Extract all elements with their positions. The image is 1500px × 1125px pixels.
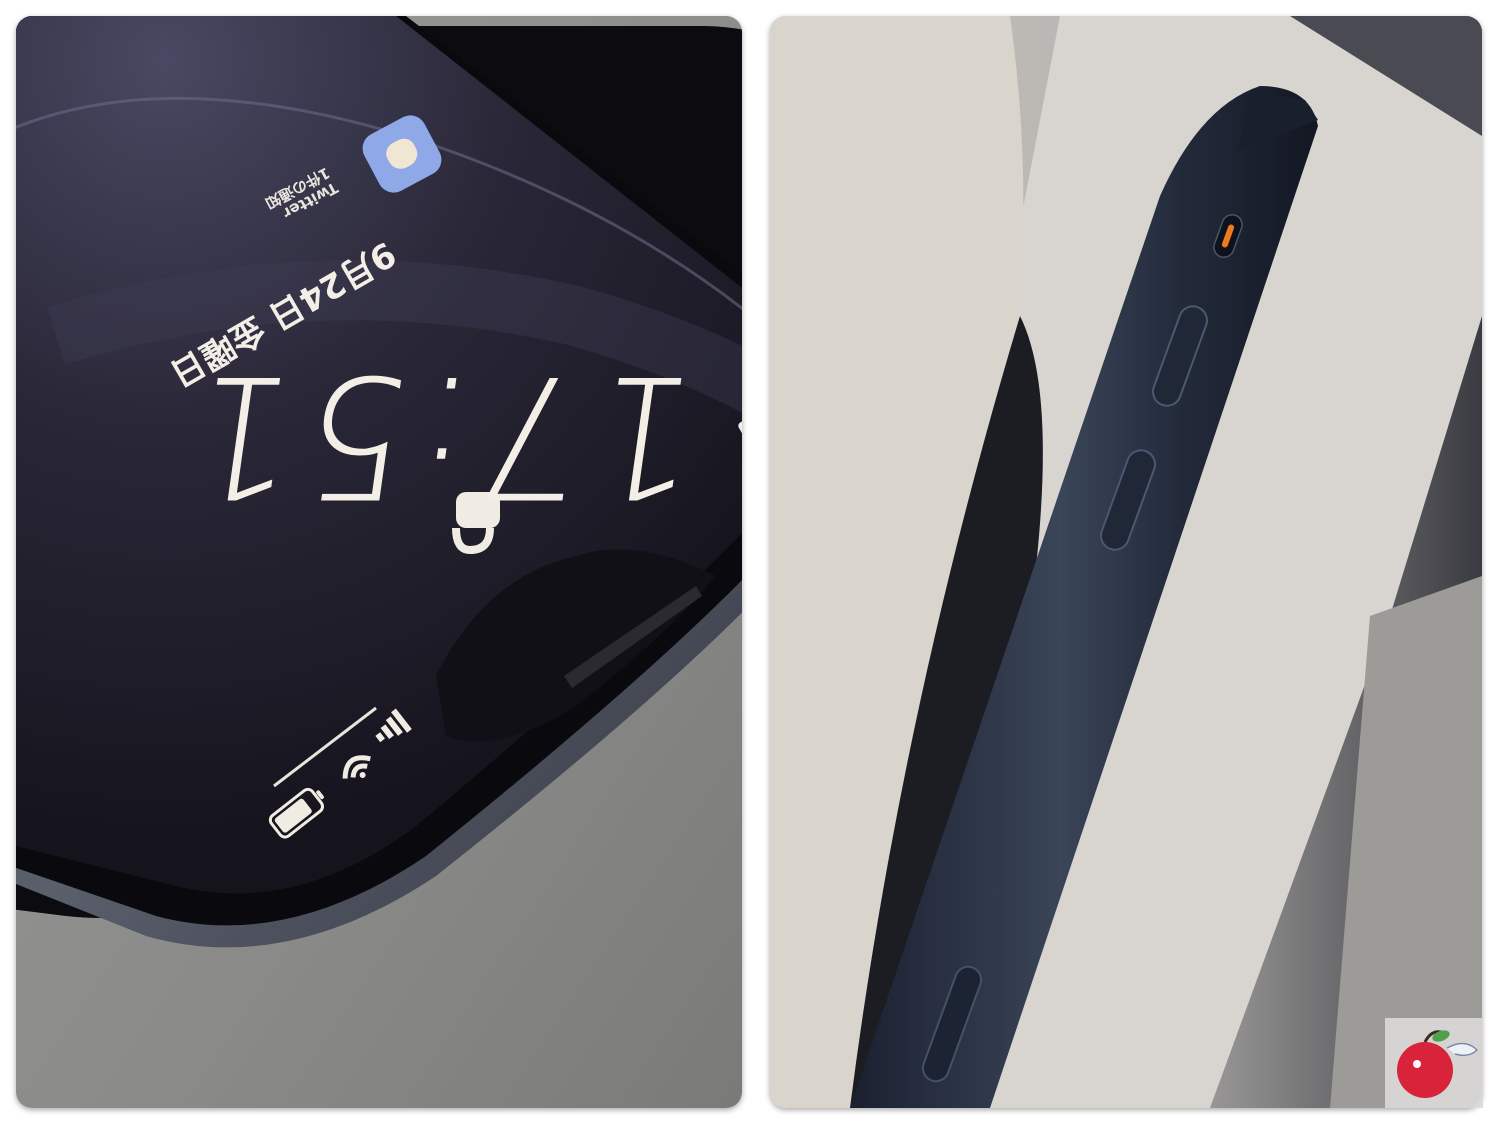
watermark-icon xyxy=(1385,1018,1483,1108)
right-photo xyxy=(770,16,1482,1108)
right-photo-scene xyxy=(770,16,1482,1108)
left-photo: Twitter 1件の通知 9月24日 金曜日 17:51 xyxy=(16,16,742,1108)
lock-screen-time: 17:51 xyxy=(170,338,712,534)
apple-mascot-logo xyxy=(1385,1018,1483,1108)
